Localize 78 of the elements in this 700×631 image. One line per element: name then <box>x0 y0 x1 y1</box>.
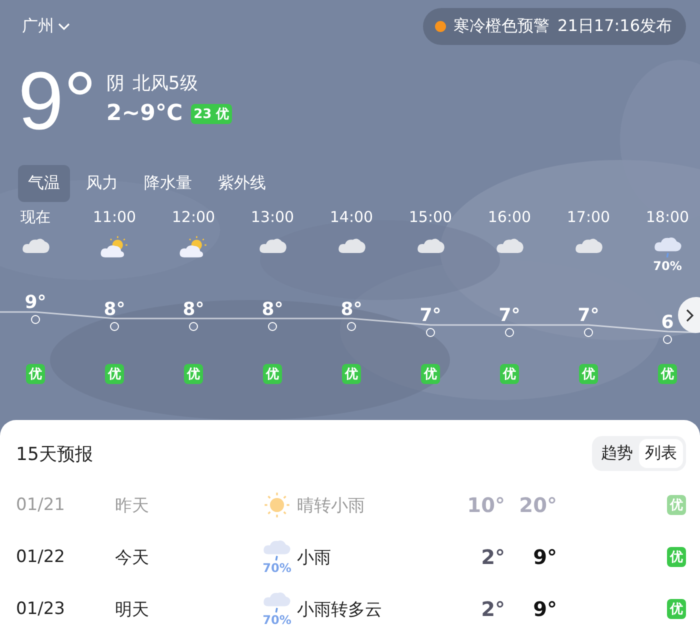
hour-label: 14:00 <box>330 208 374 228</box>
forecast-day: 昨天 <box>115 494 257 516</box>
aqi-badge: 优 <box>26 364 45 384</box>
hour-label: 17:00 <box>566 208 610 228</box>
hour-label: 13:00 <box>250 208 294 228</box>
low-temperature: 2° <box>480 545 506 569</box>
forecast-date: 01/22 <box>16 547 66 567</box>
hour-label: 11:00 <box>92 208 136 228</box>
aqi-badge: 优 <box>421 364 440 384</box>
view-option[interactable]: 列表 <box>639 439 683 468</box>
hour-temperature: 6 <box>661 312 674 334</box>
hour-label: 15:00 <box>408 208 452 228</box>
aqi-badge: 优 <box>342 364 361 384</box>
cloud-icon <box>494 236 524 254</box>
chart-tab[interactable]: 降水量 <box>134 165 202 202</box>
sun-cloud-icon <box>178 236 208 258</box>
cloud-icon <box>574 236 604 254</box>
forecast-title: 15天预报 <box>16 442 93 466</box>
alert-title: 寒冷橙色预警 <box>454 16 550 37</box>
precipitation-chance: 70% <box>262 613 292 628</box>
temperature-range: 2~9°C <box>106 101 183 126</box>
cloud-icon <box>416 236 446 254</box>
hour-label: 现在 <box>20 208 50 228</box>
hour-temperature: 7° <box>498 305 520 327</box>
hour-temperature: 7° <box>578 305 600 327</box>
forecast-condition: 小雨转多云 <box>297 598 383 620</box>
rain-cloud-icon <box>262 538 292 562</box>
forecast-condition: 小雨 <box>297 546 332 568</box>
weather-condition: 阴 <box>106 72 124 95</box>
forecast-date: 01/21 <box>16 495 66 515</box>
low-temperature: 10° <box>466 493 506 517</box>
low-temperature: 2° <box>480 597 506 621</box>
hour-label: 16:00 <box>488 208 532 228</box>
high-temperature: 9° <box>532 597 558 621</box>
aqi-badge: 优 <box>579 364 598 384</box>
aqi-badge: 23 优 <box>190 104 232 124</box>
hour-label: 12:00 <box>172 208 216 228</box>
aqi-badge: 优 <box>658 364 677 384</box>
high-temperature: 20° <box>518 493 558 517</box>
weather-alert[interactable]: 寒冷橙色预警 21日17:16发布 <box>422 8 686 45</box>
hour-temperature: 8° <box>104 298 126 320</box>
forecast-day: 明天 <box>115 598 257 620</box>
forecast-day: 今天 <box>115 546 257 568</box>
aqi-badge: 优 <box>667 547 686 567</box>
chart-tab[interactable]: 风力 <box>76 165 128 202</box>
aqi-badge: 优 <box>105 364 124 384</box>
rain-cloud-icon <box>262 590 292 614</box>
aqi-badge: 优 <box>500 364 519 384</box>
aqi-badge: 优 <box>667 495 686 515</box>
hour-temperature: 8° <box>340 298 362 320</box>
hour-temperature: 8° <box>182 298 204 320</box>
high-temperature: 9° <box>532 545 558 569</box>
rain-cloud-icon <box>652 236 682 258</box>
wind-info: 北风5级 <box>132 72 198 95</box>
cloud-icon <box>336 236 366 254</box>
chevron-down-icon[interactable] <box>58 22 70 30</box>
precipitation-chance: 70% <box>262 561 292 576</box>
aqi-badge: 优 <box>263 364 282 384</box>
aqi-badge: 优 <box>667 599 686 619</box>
cloud-icon <box>258 236 288 254</box>
forecast-condition: 晴转小雨 <box>297 494 366 516</box>
chart-tab[interactable]: 紫外线 <box>208 165 276 202</box>
forecast-date: 01/23 <box>16 599 66 619</box>
chart-tab[interactable]: 气温 <box>18 165 70 202</box>
sun-cloud-icon <box>100 236 130 258</box>
view-option[interactable]: 趋势 <box>595 439 639 468</box>
hour-temperature: 9° <box>24 292 46 314</box>
chevron-right-icon <box>686 308 694 322</box>
cloud-icon <box>20 236 50 254</box>
hour-temperature: 8° <box>262 298 284 320</box>
city-name[interactable]: 广州 <box>22 16 54 37</box>
precipitation-chance: 70% <box>653 258 682 272</box>
aqi-badge: 优 <box>184 364 203 384</box>
sun-icon <box>262 490 292 520</box>
hour-temperature: 7° <box>420 305 442 327</box>
alert-time: 21日17:16发布 <box>558 16 672 37</box>
hour-label: 18:00 <box>646 208 690 228</box>
current-temperature: 9° <box>18 63 96 141</box>
